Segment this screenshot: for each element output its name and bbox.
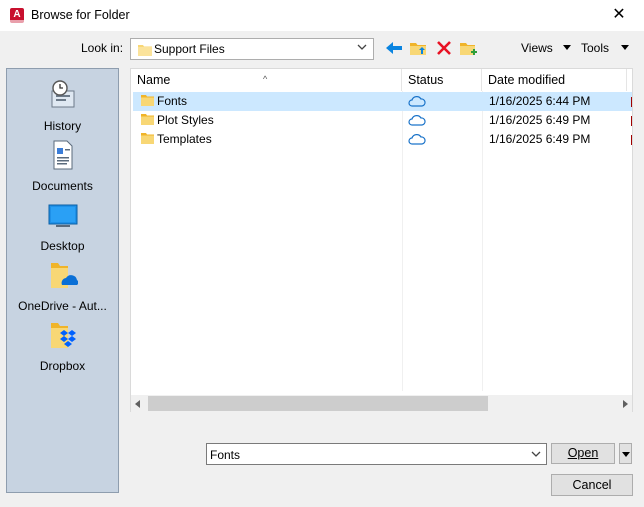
look-in-dropdown[interactable]: Support Files bbox=[130, 38, 374, 60]
place-history[interactable]: History bbox=[7, 75, 118, 133]
delete-icon[interactable] bbox=[434, 39, 454, 57]
folder-name-value: Fonts bbox=[210, 448, 241, 462]
tools-dropdown-arrow-icon[interactable] bbox=[621, 45, 629, 50]
file-date: 1/16/2025 6:49 PM bbox=[489, 113, 591, 127]
place-documents[interactable]: Documents bbox=[7, 135, 118, 193]
history-icon bbox=[51, 80, 75, 108]
autocad-app-icon: A bbox=[10, 8, 24, 23]
scroll-left-icon[interactable] bbox=[135, 400, 140, 408]
tools-menu[interactable]: Tools bbox=[581, 41, 609, 55]
list-item[interactable]: Fonts 1/16/2025 6:44 PM bbox=[133, 92, 632, 111]
chevron-down-icon[interactable] bbox=[531, 449, 541, 459]
place-label: Documents bbox=[32, 179, 93, 193]
back-arrow-icon[interactable] bbox=[384, 39, 404, 57]
folder-icon bbox=[141, 133, 154, 144]
place-onedrive[interactable]: OneDrive - Aut... bbox=[7, 255, 118, 313]
sort-ascending-icon: ^ bbox=[263, 74, 268, 84]
cancel-button[interactable]: Cancel bbox=[551, 474, 633, 496]
title-bar: A Browse for Folder ✕ bbox=[0, 0, 644, 32]
window-title: Browse for Folder bbox=[31, 8, 130, 22]
chevron-down-icon bbox=[357, 44, 367, 50]
file-date: 1/16/2025 6:49 PM bbox=[489, 132, 591, 146]
place-desktop[interactable]: Desktop bbox=[7, 195, 118, 253]
close-button[interactable]: ✕ bbox=[604, 5, 634, 25]
cloud-status-icon bbox=[408, 96, 426, 107]
cloud-status-icon bbox=[408, 115, 426, 126]
list-item[interactable]: Templates 1/16/2025 6:49 PM bbox=[133, 130, 632, 149]
cloud-status-icon bbox=[408, 134, 426, 145]
look-in-label: Look in: bbox=[81, 41, 124, 55]
desktop-icon bbox=[48, 204, 78, 227]
column-header-date-modified[interactable]: Date modified bbox=[482, 69, 627, 91]
place-label: OneDrive - Aut... bbox=[18, 299, 107, 313]
open-button[interactable]: Open bbox=[551, 443, 615, 464]
place-label: History bbox=[43, 119, 82, 133]
horizontal-scrollbar[interactable] bbox=[131, 395, 632, 412]
scrollbar-thumb[interactable] bbox=[148, 396, 488, 411]
file-date: 1/16/2025 6:44 PM bbox=[489, 94, 591, 108]
folder-name-input[interactable]: Fonts bbox=[206, 443, 547, 465]
folder-icon bbox=[141, 114, 154, 125]
views-menu[interactable]: Views bbox=[521, 41, 553, 55]
column-header-status[interactable]: Status bbox=[402, 69, 482, 91]
places-bar: History Documents Desktop OneDrive - Aut… bbox=[6, 68, 119, 493]
folder-icon bbox=[138, 45, 152, 56]
file-name: Plot Styles bbox=[157, 113, 214, 127]
place-label: Desktop bbox=[40, 239, 85, 253]
views-dropdown-arrow-icon[interactable] bbox=[563, 45, 571, 50]
place-dropbox[interactable]: Dropbox bbox=[7, 315, 118, 373]
folder-icon bbox=[141, 95, 154, 106]
file-name: Templates bbox=[157, 132, 212, 146]
file-name: Fonts bbox=[157, 94, 188, 108]
up-folder-icon[interactable] bbox=[409, 39, 429, 57]
list-item[interactable]: Plot Styles 1/16/2025 6:49 PM bbox=[133, 111, 632, 130]
onedrive-folder-icon bbox=[51, 263, 78, 288]
place-label: Dropbox bbox=[39, 359, 86, 373]
file-list: Name ^ Status Date modified Fonts 1/16/20… bbox=[130, 68, 633, 412]
dropbox-folder-icon bbox=[51, 323, 76, 348]
column-header-type[interactable] bbox=[627, 69, 632, 91]
documents-icon bbox=[53, 140, 73, 170]
open-options-button[interactable] bbox=[619, 443, 632, 464]
column-header-name[interactable]: Name ^ bbox=[131, 69, 402, 91]
look-in-value: Support Files bbox=[154, 42, 225, 56]
scroll-right-icon[interactable] bbox=[623, 400, 628, 408]
new-folder-icon[interactable] bbox=[459, 39, 479, 57]
